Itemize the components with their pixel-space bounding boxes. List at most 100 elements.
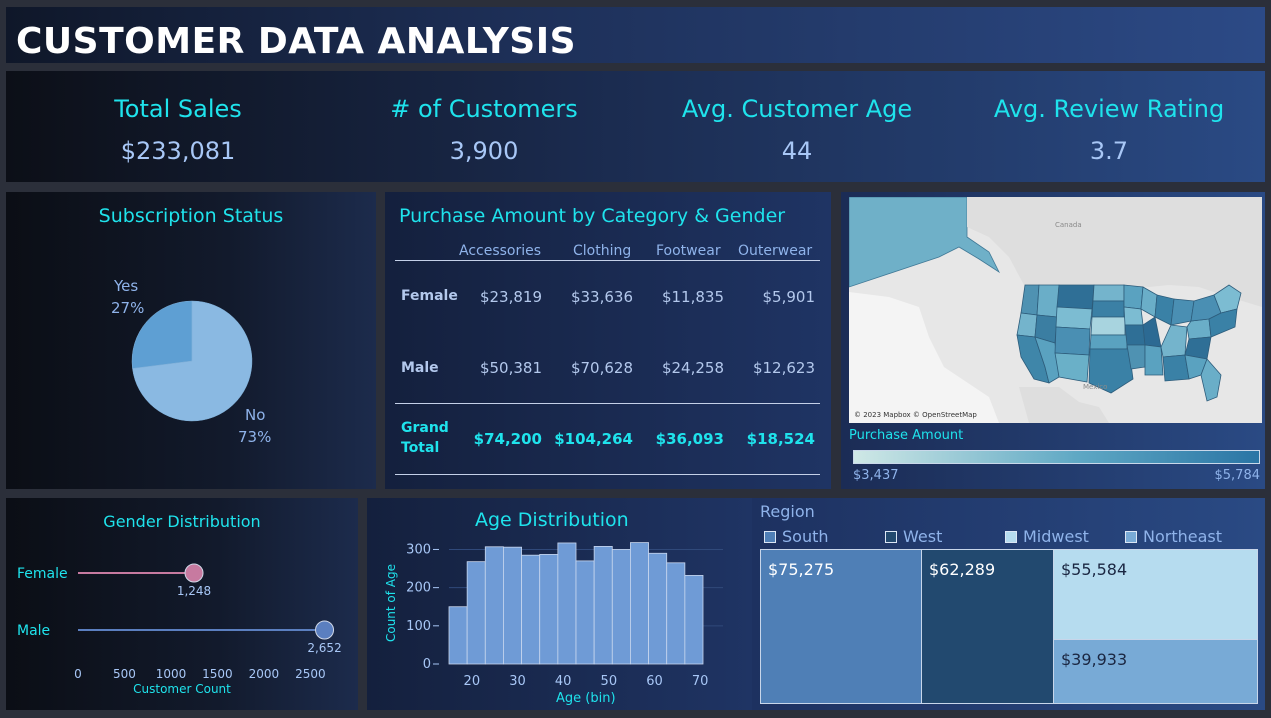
kpi-value: $233,081 xyxy=(120,137,236,165)
histogram-bar[interactable] xyxy=(466,561,486,665)
histogram-bar[interactable] xyxy=(557,542,577,665)
histogram-bar[interactable] xyxy=(448,606,468,665)
kpi-label: # of Customers xyxy=(390,95,578,123)
histogram-bar[interactable] xyxy=(648,552,668,665)
tile-value: $39,933 xyxy=(1061,650,1128,669)
tile-value: $55,584 xyxy=(1061,560,1128,579)
histogram-bar[interactable] xyxy=(484,546,504,665)
us-state-map[interactable]: Canada Mexico © 2023 Mapbox © OpenStreet… xyxy=(849,197,1262,423)
map-graphic: Canada Mexico © 2023 Mapbox © OpenStreet… xyxy=(849,197,1262,423)
table-cell: $50,381 xyxy=(479,359,542,377)
gender-panel: Gender Distribution Female 1,248 Male 2,652… xyxy=(6,498,358,710)
histogram-bar[interactable] xyxy=(593,546,613,665)
map-legend-max: $5,784 xyxy=(1214,468,1261,483)
legend-item-west[interactable]: West xyxy=(885,527,942,546)
map-legend-title: Purchase Amount xyxy=(849,428,964,443)
y-tick-label: 100 xyxy=(406,619,431,634)
category-panel: Purchase Amount by Category & Gender Acc… xyxy=(385,192,831,489)
region-title: Region xyxy=(760,502,815,521)
histogram-bar[interactable] xyxy=(684,575,704,665)
map-attribution: © 2023 Mapbox © OpenStreetMap xyxy=(854,411,977,419)
grand-total-cell: $74,200 xyxy=(473,430,542,448)
tile-value: $75,275 xyxy=(768,560,835,579)
age-xlabel: Age (bin) xyxy=(556,691,616,706)
y-tick-label: 0 xyxy=(423,657,431,672)
x-tick-label: 50 xyxy=(601,674,618,689)
subscription-panel: Subscription Status Yes 27% No 73% xyxy=(6,192,376,489)
map-label-canada: Canada xyxy=(1055,221,1082,229)
gender-lollipop-chart: Female 1,248 Male 2,652 0 500 1000 1500 2000 2500 xyxy=(17,563,342,681)
histogram-bar[interactable] xyxy=(521,554,541,665)
histogram-bar[interactable] xyxy=(630,542,649,665)
dashboard-title: CUSTOMER DATA ANALYSIS xyxy=(16,21,577,62)
legend-swatch xyxy=(764,530,776,543)
map-legend-min: $3,437 xyxy=(853,468,899,483)
grand-total-label-line1: Grand xyxy=(401,420,449,436)
kpi-value: 44 xyxy=(781,137,813,165)
gender-value-label: 1,248 xyxy=(177,584,211,598)
histogram-bar[interactable] xyxy=(666,562,686,665)
x-tick-label: 20 xyxy=(464,674,481,689)
histogram-bar[interactable] xyxy=(611,549,631,665)
gender-tick-label: 2000 xyxy=(249,667,280,681)
gender-tick-label: 1000 xyxy=(156,667,187,681)
y-tick-label: 200 xyxy=(406,581,431,596)
row-label-male: Male xyxy=(401,360,439,376)
y-tick-label: 300 xyxy=(406,542,431,557)
kpi-value: 3.7 xyxy=(1089,137,1129,165)
treemap-tile-northeast[interactable]: $39,933 xyxy=(1053,639,1258,704)
table-cell: $23,819 xyxy=(479,288,542,306)
table-cell: $70,628 xyxy=(570,359,633,377)
map-label-mexico: Mexico xyxy=(1083,383,1107,391)
table-cell: $24,258 xyxy=(661,359,724,377)
lollipop-dot[interactable] xyxy=(184,563,204,583)
gender-tick-label: 2500 xyxy=(295,667,326,681)
kpi-label: Avg. Review Rating xyxy=(993,95,1225,123)
title-bar: CUSTOMER DATA ANALYSIS xyxy=(6,7,1265,63)
pie-slice-yes[interactable] xyxy=(131,300,193,369)
histogram-bar[interactable] xyxy=(575,560,595,665)
histogram-bar[interactable] xyxy=(539,554,559,665)
legend-swatch xyxy=(885,530,897,543)
treemap-tile-west[interactable]: $62,289 xyxy=(921,549,1054,704)
legend-item-northeast[interactable]: Northeast xyxy=(1125,527,1222,546)
gender-tick-label: 1500 xyxy=(202,667,233,681)
legend-label: Northeast xyxy=(1143,527,1223,546)
treemap-tile-midwest[interactable]: $55,584 xyxy=(1053,549,1258,640)
grand-total-cell: $36,093 xyxy=(655,430,724,448)
map-panel: Canada Mexico © 2023 Mapbox © OpenStreet… xyxy=(841,192,1265,489)
subscription-pie-chart xyxy=(131,300,253,422)
legend-item-midwest[interactable]: Midwest xyxy=(1005,527,1089,546)
col-header-outerwear: Outerwear xyxy=(738,243,813,259)
col-header-clothing: Clothing xyxy=(573,243,632,259)
x-tick-label: 30 xyxy=(509,674,526,689)
x-tick-label: 60 xyxy=(646,674,663,689)
legend-item-south[interactable]: South xyxy=(764,527,829,546)
grand-total-cell: $18,524 xyxy=(746,430,815,448)
col-header-footwear: Footwear xyxy=(656,243,721,259)
legend-label: South xyxy=(782,527,829,546)
grand-total-label-line2: Total xyxy=(401,440,440,456)
age-histogram: 20 30 40 50 60 70 0 100 200 300 xyxy=(406,542,723,689)
gender-value-label: 2,652 xyxy=(307,641,341,655)
legend-label: West xyxy=(903,527,943,546)
treemap-tile-south[interactable]: $75,275 xyxy=(760,549,922,704)
kpi-bar: Total Sales $233,081 # of Customers 3,90… xyxy=(6,71,1265,182)
x-tick-label: 40 xyxy=(555,674,572,689)
x-tick-label: 70 xyxy=(692,674,709,689)
kpi-label: Avg. Customer Age xyxy=(681,95,913,123)
histogram-bar[interactable] xyxy=(503,546,522,665)
row-label-female: Female xyxy=(401,288,458,304)
gender-label: Female xyxy=(17,566,68,582)
gender-axis-title: Customer Count xyxy=(133,682,231,696)
age-panel: Age Distribution 20 30 40 50 60 70 0 100 200 300 … xyxy=(367,498,752,710)
divider xyxy=(395,474,820,475)
legend-label: Midwest xyxy=(1023,527,1089,546)
table-cell: $33,636 xyxy=(570,288,633,306)
age-ylabel: Count of Age xyxy=(384,563,398,643)
gender-tick-label: 0 xyxy=(74,667,82,681)
tile-value: $62,289 xyxy=(929,560,996,579)
region-panel: Region South West Midwest Northeast $75,… xyxy=(752,498,1265,710)
table-cell: $11,835 xyxy=(661,288,724,306)
lollipop-dot[interactable] xyxy=(315,620,335,640)
